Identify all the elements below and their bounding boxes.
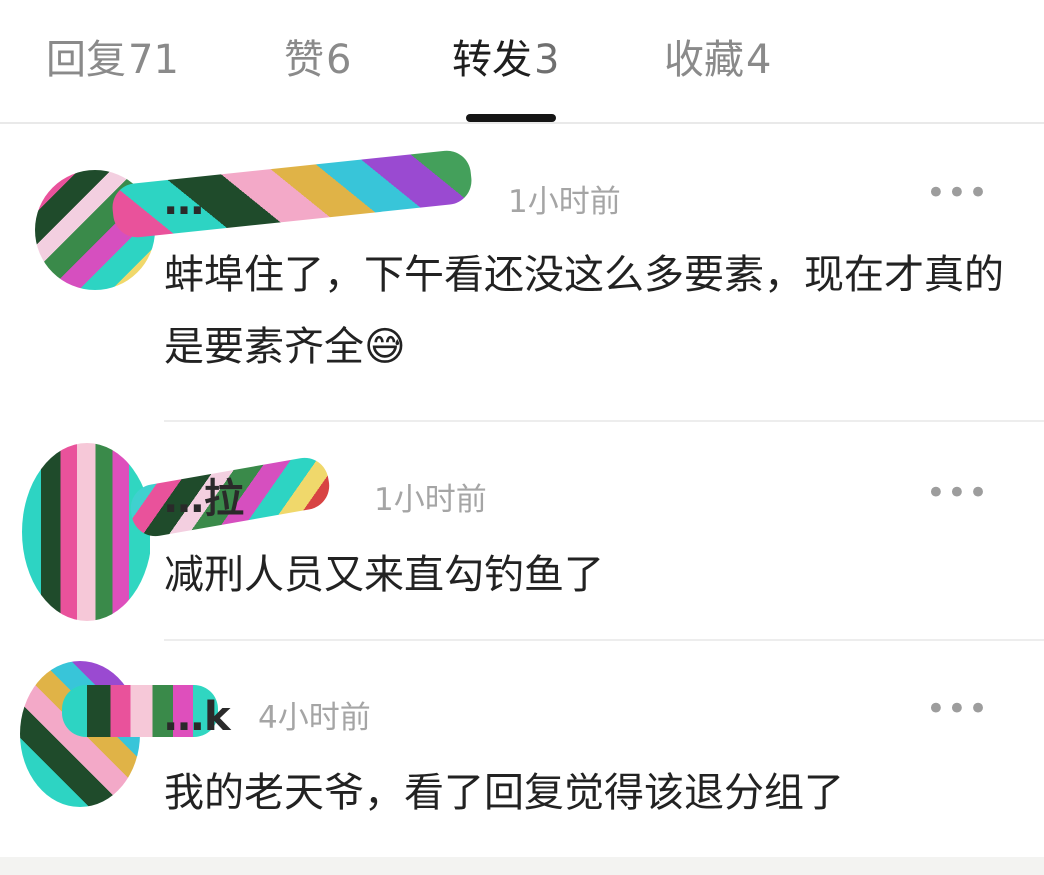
comment-time: 1小时前 <box>374 482 487 518</box>
comment-text: 减刑人员又来直勾钓鱼了 <box>164 552 604 598</box>
tab-count: 4 <box>746 37 772 83</box>
comment-text: 我的老天爷，看了回复觉得该退分组了 <box>164 770 844 816</box>
more-options-icon[interactable]: ••• <box>926 689 989 729</box>
nickname[interactable]: …k <box>164 691 231 743</box>
comment-item: …拉 1小时前 ••• 减刑人员又来直勾钓鱼了 <box>0 421 1044 639</box>
tab-replies[interactable]: 回复71 <box>46 32 179 88</box>
more-options-icon[interactable]: ••• <box>926 173 989 213</box>
comment-item: … 1小时前 ••• 蚌埠住了，下午看还没这么多要素，现在才真的是要素齐全😅 <box>0 125 1044 421</box>
tab-label: 转发 <box>452 37 532 83</box>
comment-time: 4小时前 <box>258 700 371 736</box>
tab-bar: 回复71 赞6 转发3 收藏4 <box>0 0 1044 124</box>
nickname[interactable]: …拉 <box>164 473 244 525</box>
tab-likes[interactable]: 赞6 <box>284 32 351 88</box>
tab-count: 6 <box>326 37 352 83</box>
more-options-icon[interactable]: ••• <box>926 473 989 513</box>
tab-label: 回复 <box>46 37 126 83</box>
active-tab-indicator <box>466 114 556 122</box>
bottom-bar <box>0 857 1044 875</box>
redaction-mosaic <box>22 443 150 621</box>
comment-time: 1小时前 <box>508 184 621 220</box>
tab-count: 71 <box>128 37 179 83</box>
tab-reposts[interactable]: 转发3 <box>452 32 559 88</box>
avatar[interactable] <box>22 443 152 621</box>
tab-label: 收藏 <box>664 37 744 83</box>
comment-text: 蚌埠住了，下午看还没这么多要素，现在才真的是要素齐全😅 <box>164 252 1004 370</box>
nickname[interactable]: … <box>164 175 204 227</box>
comment-item: …k 4小时前 ••• 我的老天爷，看了回复觉得该退分组了 <box>0 639 1044 857</box>
tab-favorites[interactable]: 收藏4 <box>664 32 771 88</box>
tab-count: 3 <box>534 37 560 83</box>
tab-label: 赞 <box>284 37 324 83</box>
